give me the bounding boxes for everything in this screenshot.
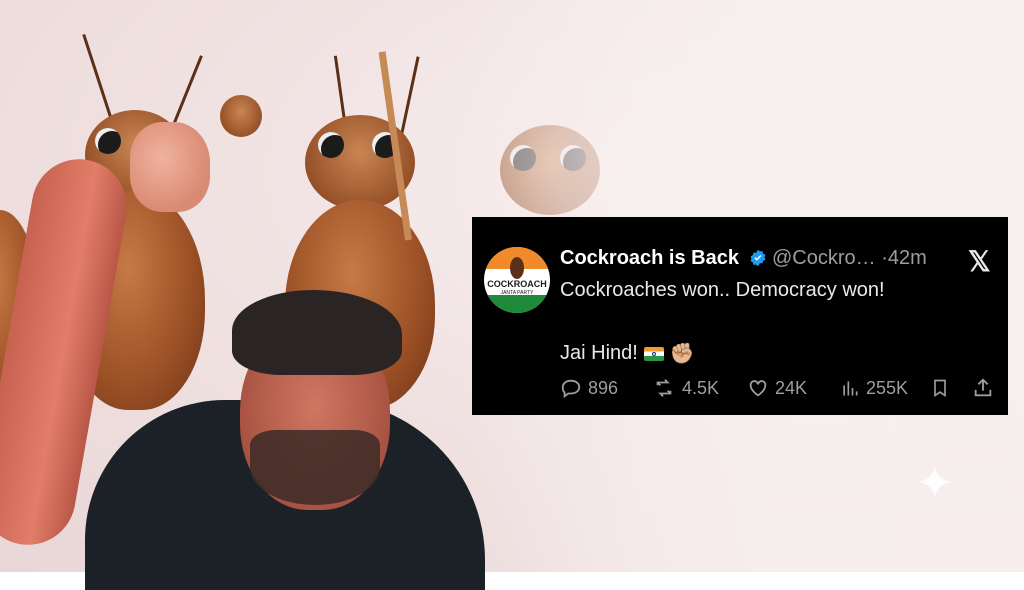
views-button[interactable]: 255K [840,377,908,399]
repost-button[interactable]: 4.5K [652,377,719,399]
repost-icon [656,379,672,397]
heart-icon [749,380,767,397]
views-count: 255K [866,377,909,398]
tweet-text-line-2: Jai Hind! ✊🏼 [560,341,695,366]
raised-fist-emoji-icon: ✊🏼 [669,343,695,365]
views-chart-icon [843,381,858,396]
tweet-text-line-1: Cockroaches won.. Democracy won! [560,279,885,301]
share-icon[interactable] [972,377,994,399]
raised-fist [130,122,210,212]
account-name[interactable]: Cockroach is Back [560,247,739,270]
like-button[interactable]: 24K [747,377,807,399]
account-handle[interactable]: @Cockro… [772,247,876,269]
person-beard [250,430,380,505]
avatar-logo-text: COCKROACH [487,279,547,289]
reply-icon [561,379,581,399]
handle-and-time: @Cockro… ·42m [772,247,927,270]
bookmark-icon[interactable] [930,377,950,399]
india-flag-icon [643,346,664,361]
post-time[interactable]: ·42m [881,247,927,269]
avatar-logo-subtext: JANTA PARTY [500,290,534,296]
reply-button[interactable]: 896 [560,377,618,399]
like-count: 24K [775,377,808,398]
sparkle-icon [918,465,952,499]
profile-avatar[interactable]: COCKROACH JANTA PARTY [484,247,550,313]
person-hair [232,290,402,375]
tweet-text-jai-hind: Jai Hind! [560,341,638,364]
cockroach-logo-icon [510,257,524,279]
reply-count: 896 [588,377,619,398]
tweet-card[interactable]: COCKROACH JANTA PARTY Cockroach is Back … [472,217,1008,415]
repost-count: 4.5K [682,377,720,398]
verified-badge-icon [750,249,766,267]
x-logo-icon[interactable]: 𝕏 [968,245,991,278]
